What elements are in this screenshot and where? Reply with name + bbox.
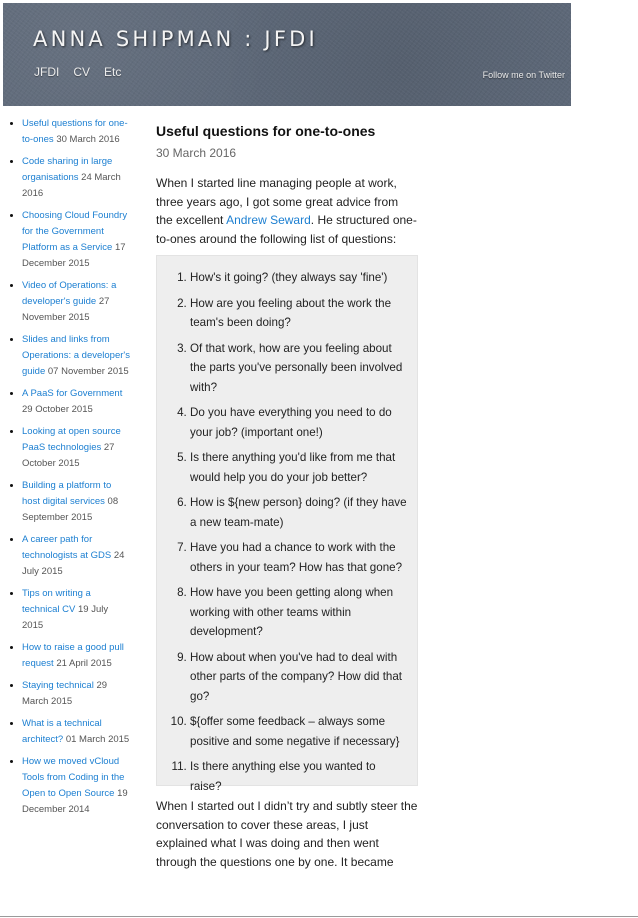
post-link[interactable]: Building a platform to host digital serv…	[22, 480, 111, 507]
list-item: Useful questions for one-to-ones 30 Marc…	[22, 116, 130, 148]
questions-box: How's it going? (they always say 'fine')…	[156, 255, 418, 793]
list-item: Building a platform to host digital serv…	[22, 478, 130, 526]
post-date: 30 March 2016	[156, 146, 237, 160]
recent-posts-sidebar: Useful questions for one-to-ones 30 Marc…	[0, 116, 130, 824]
list-item: How we moved vCloud Tools from Coding in…	[22, 754, 130, 818]
list-item: Video of Operations: a developer's guide…	[22, 278, 130, 326]
post-link[interactable]: Choosing Cloud Foundry for the Governmen…	[22, 210, 127, 253]
nav-link-etc[interactable]: Etc	[104, 65, 121, 79]
question-item: Have you had a chance to work with the o…	[190, 538, 407, 577]
post-link[interactable]: A career path for technologists at GDS	[22, 534, 111, 561]
list-item: Tips on writing a technical CV 19 July 2…	[22, 586, 130, 634]
list-item: A career path for technologists at GDS 2…	[22, 532, 130, 580]
question-item: How are you feeling about the work the t…	[190, 294, 407, 333]
nav-link-cv[interactable]: CV	[73, 65, 90, 79]
question-item: Is there anything else you wanted to rai…	[190, 757, 407, 796]
post-date: 30 March 2016	[56, 134, 120, 145]
list-item: Slides and links from Operations: a deve…	[22, 332, 130, 380]
post-content: Useful questions for one-to-ones 30 Marc…	[156, 120, 418, 871]
nav-link-jfdi[interactable]: JFDI	[34, 65, 59, 79]
recent-posts-list: Useful questions for one-to-ones 30 Marc…	[0, 116, 130, 818]
list-item: What is a technical architect? 01 March …	[22, 716, 130, 748]
list-item: A PaaS for Government 29 October 2015	[22, 386, 130, 418]
top-nav: JFDI CV Etc	[34, 65, 121, 79]
question-item: How have you been getting along when wor…	[190, 583, 407, 642]
followup-paragraph: When I started out I didn’t try and subt…	[156, 799, 418, 869]
twitter-link[interactable]: Follow me on Twitter	[483, 70, 565, 80]
site-title[interactable]: ANNA SHIPMAN : JFDI	[33, 27, 318, 51]
post-date: 07 November 2015	[47, 366, 129, 377]
post-link[interactable]: How we moved vCloud Tools from Coding in…	[22, 756, 124, 799]
post-link[interactable]: A PaaS for Government	[22, 388, 122, 399]
question-item: How about when you've had to deal with o…	[190, 648, 407, 707]
list-item: Looking at open source PaaS technologies…	[22, 424, 130, 472]
viewport-bottom-divider	[0, 916, 638, 917]
questions-list: How's it going? (they always say 'fine')…	[157, 268, 407, 796]
question-item: ${offer some feedback – always some posi…	[190, 712, 407, 751]
site-header: ANNA SHIPMAN : JFDI JFDI CV Etc Follow m…	[3, 3, 571, 106]
intro-paragraph: When I started line managing people at w…	[156, 174, 418, 248]
post-date: 01 March 2015	[65, 734, 130, 745]
question-item: Is there anything you'd like from me tha…	[190, 448, 407, 487]
list-item: Staying technical 29 March 2015	[22, 678, 130, 710]
list-item: Code sharing in large organisations 24 M…	[22, 154, 130, 202]
question-item: How's it going? (they always say 'fine')	[190, 268, 407, 288]
list-item: Choosing Cloud Foundry for the Governmen…	[22, 208, 130, 272]
question-item: Of that work, how are you feeling about …	[190, 339, 407, 398]
post-link[interactable]: Staying technical	[22, 680, 94, 691]
post-date: 29 October 2015	[22, 404, 93, 415]
question-item: Do you have everything you need to do yo…	[190, 403, 407, 442]
post-title: Useful questions for one-to-ones	[156, 123, 376, 139]
post-date: 21 April 2015	[56, 658, 112, 669]
question-item: How is ${new person} doing? (if they hav…	[190, 493, 407, 532]
list-item: How to raise a good pull request 21 Apri…	[22, 640, 130, 672]
andrew-seward-link[interactable]: Andrew Seward	[226, 213, 311, 227]
